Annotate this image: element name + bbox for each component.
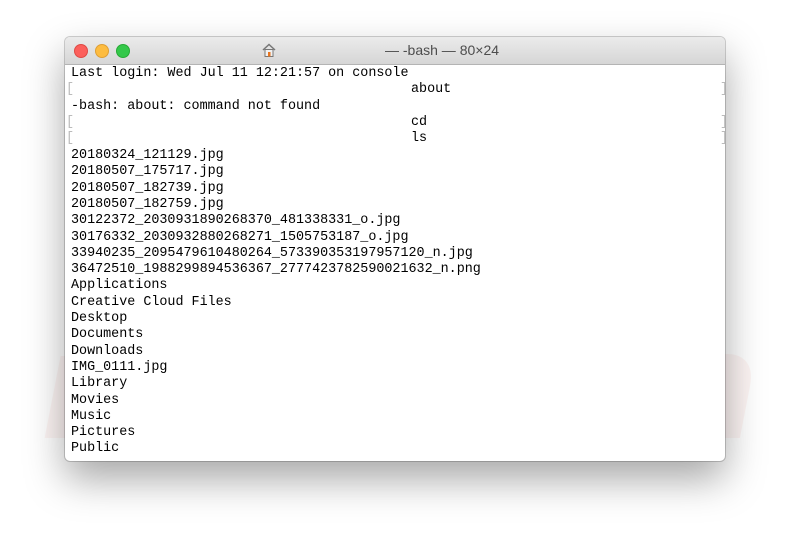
bracket-right: ] — [720, 115, 725, 131]
bracket-right: ] — [720, 131, 725, 147]
file-list-item: Music — [71, 408, 112, 424]
file-list-item: Creative Cloud Files — [71, 294, 232, 310]
file-list-item: 20180507_175717.jpg — [71, 164, 224, 180]
bracket-left: [ — [66, 131, 75, 146]
file-list-item: 30176332_2030932880268271_1505753187_o.j… — [71, 229, 409, 245]
window-title: — -bash — 80×24 — [385, 42, 500, 58]
error-line: -bash: about: command not found — [71, 99, 321, 114]
file-list-item: Movies — [71, 392, 120, 408]
bracket-left: [ — [66, 115, 75, 130]
close-button[interactable] — [74, 44, 88, 58]
file-list-item: Library — [71, 376, 128, 392]
file-list-item: Pictures — [71, 425, 136, 441]
bracket-left: [ — [66, 82, 75, 97]
file-list-item: 20180324_121129.jpg — [71, 148, 224, 163]
prompt-about: about — [411, 82, 452, 97]
file-list-item: Public — [71, 441, 120, 457]
terminal-window: — -bash — 80×24 Last login: Wed Jul 11 1… — [65, 37, 725, 461]
prompt-ls: ls — [411, 131, 428, 146]
file-list-item: Applications — [71, 278, 168, 294]
minimize-button[interactable] — [95, 44, 109, 58]
file-list-item: 20180507_182759.jpg — [71, 196, 224, 212]
title-bar[interactable]: — -bash — 80×24 — [65, 37, 725, 65]
file-list-item: Downloads — [71, 343, 144, 359]
file-list-item: 30122372_2030931890268370_481338331_o.jp… — [71, 213, 401, 229]
file-list-item: 20180507_182739.jpg — [71, 180, 224, 196]
terminal-output[interactable]: Last login: Wed Jul 11 12:21:57 on conso… — [65, 65, 725, 461]
file-list-item: IMG_0111.jpg — [71, 359, 168, 375]
zoom-button[interactable] — [116, 44, 130, 58]
file-list-item: 36472510_1988299894536367_27774237825900… — [71, 262, 481, 278]
home-icon — [262, 43, 276, 57]
prompt-cd: cd — [411, 115, 428, 130]
file-list-item: Documents — [71, 327, 144, 343]
file-list-item: 33940235_2095479610480264_57339035319795… — [71, 245, 473, 261]
login-line: Last login: Wed Jul 11 12:21:57 on conso… — [71, 66, 409, 81]
bracket-right: ] — [720, 82, 725, 98]
file-list-item: Desktop — [71, 311, 128, 326]
